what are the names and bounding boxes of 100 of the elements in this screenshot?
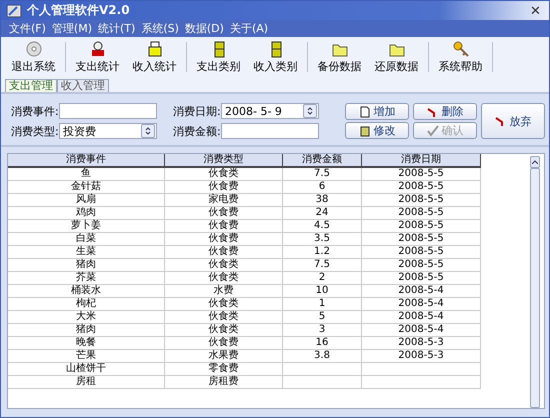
menu-item[interactable]: 统计(T) (98, 21, 136, 36)
table-cell: 伙食类 (165, 298, 283, 311)
table-cell: 伙食类 (165, 272, 283, 285)
table-cell: 家电费 (165, 194, 283, 207)
table-cell: 3 (283, 324, 362, 337)
table-cell: 猪肉 (8, 259, 165, 272)
check-icon (426, 124, 438, 136)
table-cell: 伙食费 (165, 337, 283, 350)
column-header[interactable]: 消费金额 (283, 154, 362, 168)
table-cell: 萝卜姜 (8, 220, 165, 233)
table-cell: 山楂饼干 (8, 363, 165, 376)
action-button[interactable]: 增加 (345, 103, 409, 120)
table-cell: 3.8 (283, 350, 362, 363)
toolbar-button[interactable]: 支出类别 (190, 40, 247, 74)
table-cell: 4.5 (283, 220, 362, 233)
page-icon (358, 106, 370, 118)
table-cell: 24 (283, 207, 362, 220)
tab[interactable]: 支出管理 (5, 79, 57, 92)
edit-icon (358, 124, 370, 136)
toolbar-button[interactable]: 系统帮助 (432, 40, 489, 74)
table-cell: 鸡肉 (8, 207, 165, 220)
toolbar-button[interactable]: 退出系统 (5, 40, 62, 74)
table-cell: 伙食类 (165, 311, 283, 324)
table-cell: 猪肉 (8, 324, 165, 337)
table-cell: 2008-5-5 (362, 233, 481, 246)
field-label: 消费类型: (11, 124, 57, 138)
table-cell: 伙食类 (165, 324, 283, 337)
window-title: 个人管理软件V2.0 (27, 2, 131, 19)
disc-icon (24, 40, 42, 58)
key-icon (452, 40, 470, 58)
table-cell: 2008-5-5 (362, 207, 481, 220)
event-field[interactable] (59, 103, 157, 119)
spinner-arrows-icon (307, 107, 313, 115)
toolbar-button[interactable]: 收入类别 (247, 40, 304, 74)
table-cell: 零食费 (165, 363, 283, 376)
table-cell: 2 (283, 272, 362, 285)
scroll-up-icon[interactable] (532, 160, 538, 164)
table-cell: 2008-5-5 (362, 272, 481, 285)
column-header[interactable]: 消费事件 (8, 154, 165, 168)
table-cell: 7.5 (283, 259, 362, 272)
table-cell: 伙食费 (165, 246, 283, 259)
table-cell: 2008-5-4 (362, 311, 481, 324)
table-cell: 2008-5-4 (362, 285, 481, 298)
table-cell: 生菜 (8, 246, 165, 259)
column-header[interactable]: 消费日期 (362, 154, 481, 168)
tab[interactable]: 收入管理 (57, 79, 109, 92)
menu-item[interactable]: 管理(M) (52, 21, 92, 36)
toolbar-button[interactable]: 还原数据 (368, 40, 425, 74)
table-cell: 晚餐 (8, 337, 165, 350)
table-cell: 伙食类 (165, 259, 283, 272)
table-cell: 金针菇 (8, 181, 165, 194)
table-cell: 大米 (8, 311, 165, 324)
table-cell: 桶装水 (8, 285, 165, 298)
table-cell: 房租费 (165, 376, 283, 389)
table-cell: 水果费 (165, 350, 283, 363)
action-button[interactable]: 删除 (413, 103, 477, 120)
table-cell: 芒果 (8, 350, 165, 363)
column-header[interactable]: 消费类型 (165, 154, 283, 168)
table-cell: 6 (283, 181, 362, 194)
printer-icon (146, 40, 164, 58)
menu-item[interactable]: 数据(D) (184, 21, 224, 36)
menu-item[interactable]: 关于(A) (230, 21, 268, 36)
toolbar-button[interactable]: 收入统计 (126, 40, 183, 74)
amount-field[interactable] (221, 123, 319, 139)
table-cell: 枸杞 (8, 298, 165, 311)
scrollbar[interactable] (530, 156, 540, 408)
table-cell: 房租 (8, 376, 165, 389)
table-cell: 1 (283, 298, 362, 311)
app-icon (7, 4, 21, 16)
action-button[interactable]: 修改 (345, 122, 409, 139)
table-cell: 2008-5-4 (362, 298, 481, 311)
table-cell: 水费 (165, 285, 283, 298)
table-cell: 伙食类 (165, 168, 283, 181)
table-cell: 16 (283, 337, 362, 350)
table-cell: 伙食费 (165, 207, 283, 220)
table-cell: 2008-5-5 (362, 194, 481, 207)
table-cell: 伙食费 (165, 233, 283, 246)
table-cell: 10 (283, 285, 362, 298)
toolbar-button[interactable]: 备份数据 (311, 40, 368, 74)
field-label: 消费事件: (11, 104, 57, 118)
field-label: 消费金额: (173, 124, 219, 138)
table-cell: 2008-5-5 (362, 259, 481, 272)
table-cell: 2008-5-3 (362, 350, 481, 363)
table-cell: 风扇 (8, 194, 165, 207)
table-cell: 2008-5-5 (362, 246, 481, 259)
table-cell: 2008-5-4 (362, 324, 481, 337)
type-dropdown[interactable]: 投资费 (59, 123, 157, 139)
table-cell: 芥菜 (8, 272, 165, 285)
table-cell: 7.5 (283, 168, 362, 181)
close-button[interactable]: ✕ (528, 3, 543, 18)
menu-item[interactable]: 文件(F) (9, 21, 46, 36)
action-button[interactable]: 放弃 (481, 103, 545, 139)
menu-item[interactable]: 系统(S) (141, 21, 179, 36)
table-cell: 2008-5-5 (362, 168, 481, 181)
table-cell: 1.2 (283, 246, 362, 259)
toolbar-button[interactable]: 支出统计 (69, 40, 126, 74)
table-cell: 2008-5-5 (362, 220, 481, 233)
table-cell: 2008-5-5 (362, 181, 481, 194)
date-picker[interactable]: 2008- 5- 9 (221, 103, 319, 119)
field-label: 消费日期: (173, 104, 219, 118)
